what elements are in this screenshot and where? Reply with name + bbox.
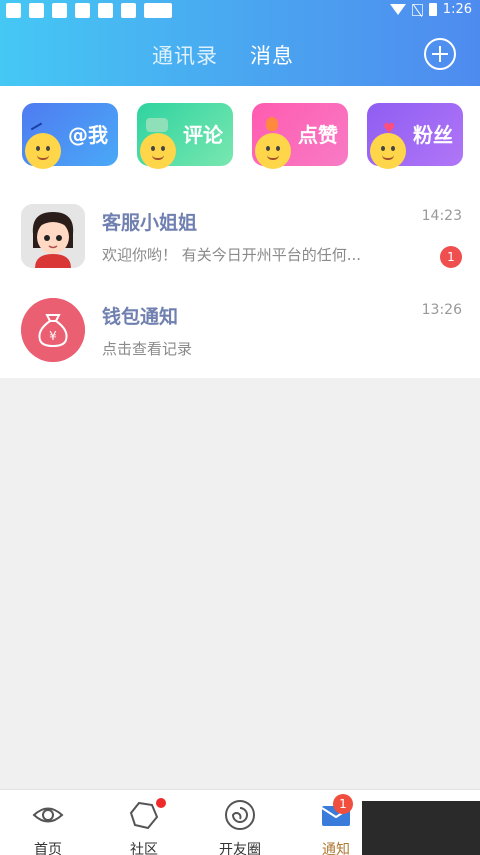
- quick-action-label: @我: [68, 123, 108, 147]
- quick-action-comment[interactable]: 评论: [137, 103, 233, 169]
- quick-action-label: 点赞: [298, 123, 338, 147]
- flame-icon: [266, 117, 278, 131]
- notification-icon: [52, 3, 67, 18]
- cartoon-girl-avatar-icon: [21, 204, 85, 268]
- comment-icon: [140, 133, 176, 169]
- quick-action-like[interactable]: 点赞: [252, 103, 348, 169]
- battery-icon: [428, 3, 437, 16]
- header: 1:26 通讯录 消息: [0, 0, 480, 86]
- fans-icon: [370, 133, 406, 169]
- at-me-icon: [25, 133, 61, 169]
- svg-text:¥: ¥: [49, 329, 57, 343]
- notification-icon: [75, 3, 90, 18]
- quick-action-label: 评论: [183, 123, 223, 147]
- like-icon: [255, 133, 291, 169]
- quick-action-at-me[interactable]: @我: [22, 103, 118, 169]
- notification-dot: [156, 798, 166, 808]
- tab-contacts[interactable]: 通讯录: [152, 40, 218, 70]
- message-panel: @我 评论 点赞 ♥ 粉丝 客服小姐姐 欢迎你哟！ 有关今日开州平台的任何...…: [0, 86, 480, 378]
- notification-icon: [29, 3, 44, 18]
- eye-icon: [32, 807, 64, 823]
- add-button[interactable]: [424, 38, 456, 70]
- speech-bubble-icon: [146, 118, 168, 132]
- no-signal-icon: [411, 3, 423, 16]
- message-preview: 点击查看记录: [102, 340, 193, 358]
- screen-artifact: [362, 801, 480, 855]
- avatar: ¥: [21, 298, 85, 362]
- message-title: 客服小姐姐: [102, 212, 198, 234]
- status-bar: 1:26: [0, 0, 480, 24]
- status-time: 1:26: [442, 2, 472, 17]
- nav-item-friends-circle[interactable]: 开友圈: [192, 798, 288, 855]
- avatar: [21, 204, 85, 268]
- unread-badge: 1: [440, 246, 462, 268]
- message-time: 13:26: [421, 302, 462, 318]
- message-preview: 欢迎你哟！ 有关今日开州平台的任何...: [102, 246, 362, 264]
- message-row-customer-service[interactable]: 客服小姐姐 欢迎你哟！ 有关今日开州平台的任何... 14:23 1: [0, 200, 480, 290]
- tab-messages[interactable]: 消息: [250, 40, 294, 70]
- header-tabs: 通讯录 消息: [152, 40, 294, 70]
- message-row-wallet[interactable]: ¥ 钱包通知 点击查看记录 13:26: [0, 294, 480, 384]
- notification-icon: [6, 3, 21, 18]
- notification-badge: 1: [333, 794, 353, 814]
- notification-icon: [157, 3, 172, 18]
- money-bag-icon: ¥: [21, 298, 85, 362]
- message-time: 14:23: [421, 208, 462, 224]
- nav-item-community[interactable]: 社区: [96, 798, 192, 855]
- notification-icon: [121, 3, 136, 18]
- nav-label: 社区: [130, 842, 158, 855]
- nav-label: 开友圈: [219, 842, 261, 855]
- quick-action-fans[interactable]: ♥ 粉丝: [367, 103, 463, 169]
- quick-action-label: 粉丝: [413, 123, 453, 147]
- notification-icon: [98, 3, 113, 18]
- message-title: 钱包通知: [102, 306, 179, 328]
- spiral-icon: [225, 800, 255, 830]
- wifi-icon: [389, 4, 406, 15]
- nav-item-home[interactable]: 首页: [0, 798, 96, 855]
- nav-label: 首页: [34, 842, 62, 855]
